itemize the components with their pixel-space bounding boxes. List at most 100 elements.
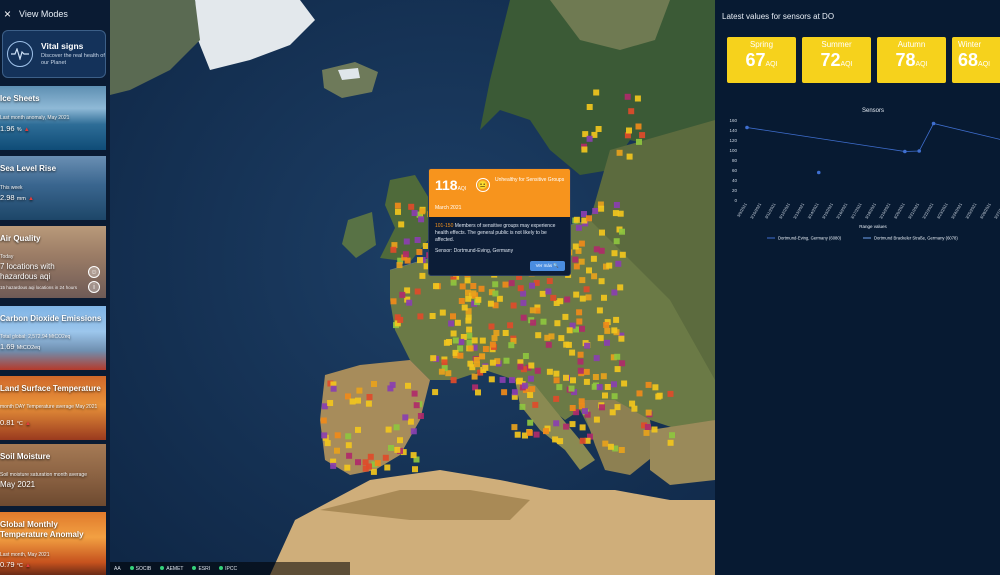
aqi-marker[interactable] (438, 368, 445, 375)
aqi-marker[interactable] (402, 414, 409, 421)
aqi-marker[interactable] (499, 376, 506, 383)
aqi-marker[interactable] (652, 384, 659, 391)
aqi-marker[interactable] (355, 397, 361, 404)
aqi-marker[interactable] (405, 382, 411, 389)
season-card-autumn[interactable]: Autumn 78AQI (877, 37, 946, 83)
aqi-marker[interactable] (487, 300, 494, 307)
aqi-marker[interactable] (407, 418, 414, 425)
series-point[interactable] (816, 170, 821, 175)
aqi-marker[interactable] (581, 146, 588, 153)
aqi-marker[interactable] (614, 404, 621, 411)
aqi-marker[interactable] (563, 423, 570, 430)
aqi-marker[interactable] (579, 437, 586, 444)
aqi-marker[interactable] (550, 294, 557, 301)
aqi-marker[interactable] (365, 400, 372, 407)
aqi-marker[interactable] (390, 298, 397, 305)
aqi-marker[interactable] (543, 428, 549, 435)
aqi-marker[interactable] (556, 384, 563, 391)
aqi-marker[interactable] (586, 267, 592, 274)
aqi-marker[interactable] (626, 127, 632, 134)
aqi-marker[interactable] (408, 203, 415, 210)
aqi-marker[interactable] (362, 465, 369, 472)
aqi-marker[interactable] (467, 345, 474, 352)
aqi-marker[interactable] (611, 327, 618, 334)
aqi-marker[interactable] (527, 419, 534, 426)
aqi-marker[interactable] (527, 375, 534, 382)
aqi-marker[interactable] (452, 337, 459, 344)
aqi-marker[interactable] (345, 442, 352, 449)
aqi-marker[interactable] (586, 135, 593, 142)
aqi-marker[interactable] (553, 395, 560, 402)
aqi-marker[interactable] (604, 339, 610, 346)
aqi-marker[interactable] (575, 224, 582, 231)
aqi-marker[interactable] (489, 341, 496, 348)
aqi-marker[interactable] (578, 240, 585, 247)
aqi-marker[interactable] (441, 359, 448, 366)
aqi-marker[interactable] (602, 440, 609, 447)
tile-sea-level[interactable]: Sea Level Rise This week 2.98 mm ▲ (0, 156, 106, 220)
aqi-marker[interactable] (482, 364, 489, 371)
aqi-marker[interactable] (330, 385, 337, 392)
aqi-marker[interactable] (511, 389, 518, 396)
aqi-marker[interactable] (450, 313, 456, 320)
tile-land-surface-temperature[interactable]: Land Surface Temperature month DAY Tempe… (0, 376, 106, 440)
aqi-marker[interactable] (601, 294, 607, 301)
aqi-marker[interactable] (502, 330, 509, 336)
aqi-marker[interactable] (532, 401, 539, 408)
aqi-marker[interactable] (479, 353, 486, 360)
aqi-marker[interactable] (419, 208, 426, 215)
aqi-marker[interactable] (617, 210, 624, 217)
aqi-marker[interactable] (586, 104, 593, 110)
aqi-marker[interactable] (370, 468, 377, 475)
aqi-marker[interactable] (366, 394, 373, 400)
aqi-marker[interactable] (461, 304, 468, 311)
aqi-marker[interactable] (396, 262, 403, 269)
aqi-marker[interactable] (577, 367, 584, 374)
aqi-marker[interactable] (554, 320, 561, 327)
aqi-marker[interactable] (402, 251, 409, 258)
aqi-marker[interactable] (492, 290, 499, 297)
aqi-marker[interactable] (558, 335, 565, 342)
aqi-marker[interactable] (521, 382, 528, 389)
aqi-marker[interactable] (502, 281, 509, 288)
more-button[interactable]: Ver más 🔍 (529, 261, 565, 271)
aqi-marker[interactable] (450, 330, 457, 337)
aqi-marker[interactable] (603, 322, 610, 328)
info-icon[interactable]: i (88, 281, 100, 293)
aqi-marker[interactable] (634, 95, 641, 102)
aqi-marker[interactable] (611, 289, 618, 296)
aqi-marker[interactable] (566, 327, 573, 334)
aqi-marker[interactable] (533, 431, 540, 438)
aqi-marker[interactable] (448, 320, 455, 327)
aqi-marker[interactable] (609, 409, 616, 416)
aqi-marker[interactable] (578, 258, 585, 265)
aqi-marker[interactable] (394, 202, 401, 209)
aqi-marker[interactable] (629, 400, 636, 407)
aqi-marker[interactable] (417, 413, 424, 419)
aqi-marker[interactable] (389, 381, 396, 388)
aqi-marker[interactable] (528, 362, 535, 369)
tile-air-quality[interactable]: Air Quality Today 7 locations with hazar… (0, 226, 106, 298)
aqi-marker[interactable] (626, 153, 633, 160)
aqi-marker[interactable] (457, 352, 464, 359)
aqi-marker[interactable] (509, 377, 515, 384)
aqi-marker[interactable] (414, 237, 421, 243)
aqi-marker[interactable] (563, 341, 570, 348)
tile-soil-moisture[interactable]: Soil Moisture Soil moisture saturation m… (0, 444, 106, 506)
aqi-marker[interactable] (479, 337, 486, 344)
aqi-marker[interactable] (482, 346, 489, 352)
aqi-marker[interactable] (553, 420, 560, 427)
aqi-marker[interactable] (619, 360, 626, 367)
aqi-marker[interactable] (520, 290, 527, 297)
aqi-marker[interactable] (606, 262, 613, 269)
aqi-marker[interactable] (355, 459, 361, 466)
aqi-marker[interactable] (618, 447, 625, 453)
aqi-marker[interactable] (526, 429, 533, 436)
aqi-marker[interactable] (517, 363, 524, 370)
aqi-marker[interactable] (520, 314, 527, 321)
aqi-marker[interactable] (643, 429, 650, 436)
aqi-marker[interactable] (527, 392, 534, 398)
aqi-marker[interactable] (395, 208, 401, 215)
aqi-marker[interactable] (398, 221, 405, 228)
aqi-marker[interactable] (592, 208, 599, 214)
